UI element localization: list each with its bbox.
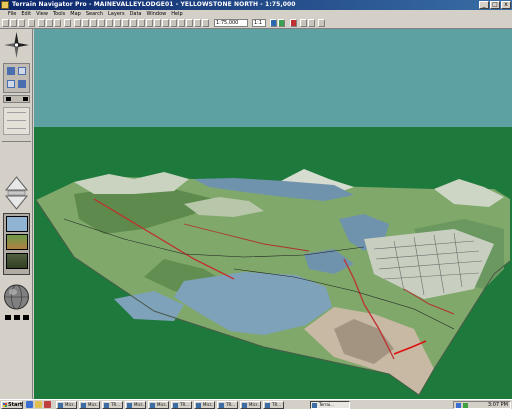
pan-controls[interactable] bbox=[3, 63, 30, 93]
route-icon[interactable] bbox=[130, 19, 137, 27]
ruler-icon[interactable] bbox=[106, 19, 113, 27]
title-bar: Terrain Navigator Pro - MAINEVALLEYLODGE… bbox=[0, 0, 512, 10]
volume-icon[interactable] bbox=[463, 403, 468, 408]
select-area-icon[interactable] bbox=[18, 67, 26, 75]
cut-icon[interactable] bbox=[38, 19, 45, 27]
undo-icon[interactable] bbox=[64, 19, 71, 27]
pan-down-icon[interactable] bbox=[18, 80, 26, 88]
explorer-quicklaunch-icon[interactable] bbox=[35, 401, 42, 408]
preset-view-1[interactable] bbox=[6, 216, 28, 232]
ie-quicklaunch-icon[interactable] bbox=[26, 401, 33, 408]
copy-icon[interactable] bbox=[46, 19, 53, 27]
rotate-controls bbox=[3, 313, 30, 323]
menu-search[interactable]: Search bbox=[86, 10, 103, 18]
terrain-surface[interactable] bbox=[34, 29, 512, 399]
taskbar-item[interactable]: TR... bbox=[217, 401, 238, 409]
map-icon[interactable] bbox=[278, 19, 285, 27]
help-icon[interactable] bbox=[202, 19, 209, 27]
text-icon[interactable] bbox=[122, 19, 129, 27]
taskbar-item[interactable]: TR... bbox=[263, 401, 284, 409]
rotate-right-icon[interactable] bbox=[23, 315, 29, 320]
menu-file[interactable]: File bbox=[8, 10, 16, 18]
taskbar-item-active[interactable]: Terrai... bbox=[310, 401, 350, 409]
scale-field[interactable]: 1:75,000 bbox=[214, 19, 248, 27]
network-icon[interactable] bbox=[456, 403, 461, 408]
system-tray: 3:07 PM bbox=[453, 401, 511, 409]
taskbar-item[interactable]: Micr... bbox=[56, 401, 77, 409]
3d-map-view[interactable] bbox=[34, 29, 512, 399]
window-controls: _ □ x bbox=[479, 1, 511, 9]
app-icon[interactable] bbox=[1, 1, 9, 9]
compass-rose-icon[interactable] bbox=[3, 31, 30, 59]
open-icon[interactable] bbox=[10, 19, 17, 27]
app-quicklaunch-icon[interactable] bbox=[44, 401, 51, 408]
clock[interactable]: 3:07 PM bbox=[488, 402, 508, 408]
taskbar-item[interactable]: Micr... bbox=[125, 401, 146, 409]
grid-icon[interactable] bbox=[186, 19, 193, 27]
pan-up-icon[interactable] bbox=[7, 67, 15, 75]
options-icon[interactable] bbox=[318, 19, 325, 27]
overview-icon[interactable] bbox=[178, 19, 185, 27]
start-button[interactable]: Start bbox=[1, 401, 23, 409]
menu-bar: File Edit View Tools Map Search Layers D… bbox=[0, 10, 512, 18]
zoom-in-icon[interactable] bbox=[90, 19, 97, 27]
tilt-control[interactable] bbox=[3, 175, 30, 211]
prev-view-icon[interactable] bbox=[6, 97, 11, 101]
monitor-icon[interactable] bbox=[270, 19, 277, 27]
preset-view-2[interactable] bbox=[6, 234, 28, 250]
taskbar-item[interactable]: Micr... bbox=[79, 401, 100, 409]
taskbar-item[interactable]: TR... bbox=[102, 401, 123, 409]
menu-window[interactable]: Window bbox=[147, 10, 167, 18]
taskbar: Start Micr... Micr... TR... Micr... Micr… bbox=[0, 399, 512, 409]
menu-help[interactable]: Help bbox=[171, 10, 182, 18]
preset-view-3[interactable] bbox=[6, 253, 28, 269]
rotate-left-icon[interactable] bbox=[5, 315, 11, 320]
profile-icon[interactable] bbox=[146, 19, 153, 27]
maximize-button[interactable]: □ bbox=[490, 1, 500, 9]
zoom-field[interactable]: 1:1 bbox=[252, 19, 266, 27]
taskbar-item[interactable]: Micr... bbox=[194, 401, 215, 409]
hand-icon[interactable] bbox=[82, 19, 89, 27]
waypoint-icon[interactable] bbox=[138, 19, 145, 27]
taskbar-item[interactable]: Micr... bbox=[148, 401, 169, 409]
pointer-icon[interactable] bbox=[74, 19, 81, 27]
view-presets bbox=[3, 213, 30, 275]
menu-tools[interactable]: Tools bbox=[53, 10, 65, 18]
minimize-button[interactable]: _ bbox=[479, 1, 489, 9]
menu-layers[interactable]: Layers bbox=[108, 10, 125, 18]
marker-icon[interactable] bbox=[290, 19, 297, 27]
save-icon[interactable] bbox=[18, 19, 25, 27]
tile-icon[interactable] bbox=[308, 19, 315, 27]
rotate-globe-icon[interactable] bbox=[3, 283, 30, 311]
pencil-icon[interactable] bbox=[114, 19, 121, 27]
taskbar-item[interactable]: Micr... bbox=[240, 401, 261, 409]
menu-view[interactable]: View bbox=[36, 10, 48, 18]
3d-view-icon[interactable] bbox=[194, 19, 201, 27]
search-icon[interactable] bbox=[170, 19, 177, 27]
menu-data[interactable]: Data bbox=[130, 10, 142, 18]
pan-left-icon[interactable] bbox=[7, 80, 15, 88]
menu-map[interactable]: Map bbox=[70, 10, 81, 18]
main-toolbar: 1:75,000 1:1 bbox=[0, 18, 512, 29]
layers-icon[interactable] bbox=[162, 19, 169, 27]
taskbar-item[interactable]: TR... bbox=[171, 401, 192, 409]
zoom-out-icon[interactable] bbox=[98, 19, 105, 27]
menu-edit[interactable]: Edit bbox=[21, 10, 31, 18]
window-title: Terrain Navigator Pro - MAINEVALLEYLODGE… bbox=[12, 1, 296, 8]
tool-palette bbox=[3, 107, 30, 135]
start-label: Start bbox=[8, 402, 23, 408]
window-icon[interactable] bbox=[300, 19, 307, 27]
nav-strip bbox=[3, 95, 30, 103]
new-icon[interactable] bbox=[2, 19, 9, 27]
gps-icon[interactable] bbox=[154, 19, 161, 27]
print-icon[interactable] bbox=[28, 19, 35, 27]
paste-icon[interactable] bbox=[54, 19, 61, 27]
next-view-icon[interactable] bbox=[23, 97, 28, 101]
windows-logo-icon bbox=[3, 403, 7, 407]
rotate-reset-icon[interactable] bbox=[14, 315, 20, 320]
left-toolbar bbox=[0, 29, 33, 399]
close-button[interactable]: x bbox=[501, 1, 511, 9]
